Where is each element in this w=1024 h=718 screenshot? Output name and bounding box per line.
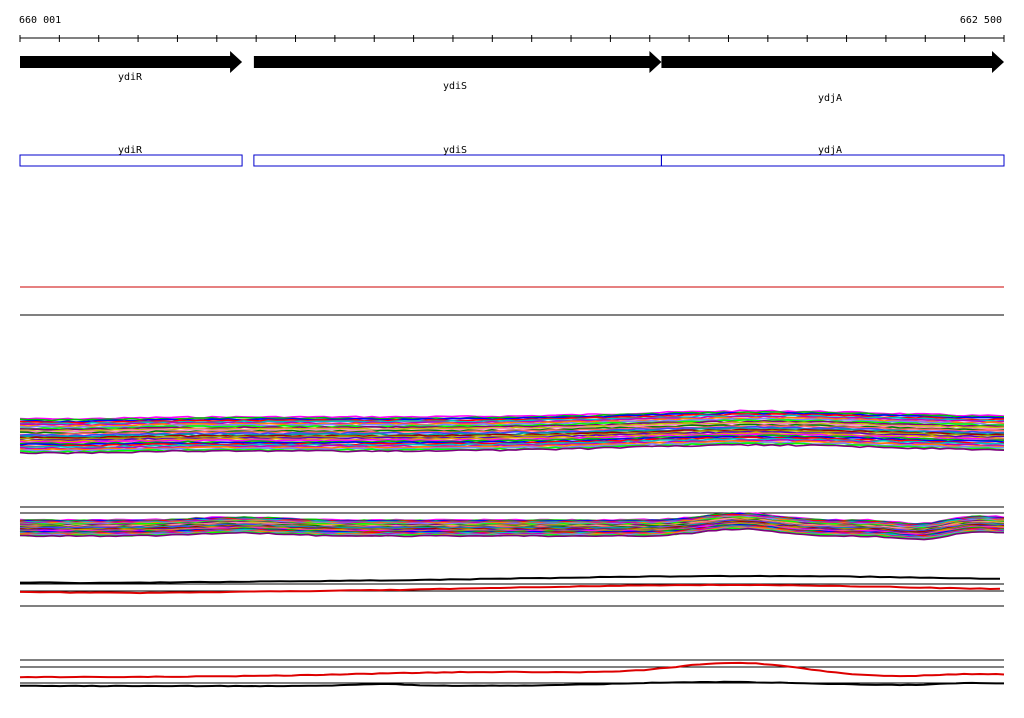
- gene-box-ydjA[interactable]: ydjA: [660, 145, 1005, 167]
- gene-box-shape[interactable]: [253, 154, 662, 167]
- gene-arrow-track: ydiR ydiS ydjA: [20, 51, 1004, 104]
- gene-box-label: ydiS: [443, 145, 467, 156]
- gene-arrow-label: ydiR: [118, 72, 143, 83]
- ruler-start-label: 660 001: [19, 15, 61, 26]
- gene-box-ydiS[interactable]: ydiS: [253, 145, 662, 167]
- coordinate-ruler: 660 001 662 500: [19, 15, 1005, 42]
- gene-box-ydiR[interactable]: ydiR: [19, 145, 243, 167]
- gene-arrow-shape[interactable]: [661, 51, 1004, 73]
- gene-arrow-ydjA[interactable]: ydjA: [661, 51, 1004, 104]
- signal-b-red-line: [19, 661, 1005, 679]
- gene-arrow-shape[interactable]: [20, 51, 243, 73]
- gene-arrow-ydiR[interactable]: ydiR: [20, 51, 243, 83]
- ruler-end-label: 662 500: [960, 15, 1002, 26]
- genome-browser-canvas: 660 001 662 500 ydiR ydiS ydjA ydiR ydiS…: [19, 15, 1005, 688]
- strand-signal-track-a: [19, 574, 1004, 607]
- gene-arrow-shape[interactable]: [253, 51, 662, 73]
- signal-b-black-line: [20, 680, 1004, 688]
- signal-a-black-line: [20, 574, 1001, 585]
- gene-arrow-label: ydjA: [818, 93, 842, 104]
- gene-box-shape[interactable]: [660, 154, 1005, 167]
- gene-arrow-label: ydiS: [443, 81, 467, 92]
- gene-box-shape[interactable]: [19, 154, 243, 167]
- expression-profile-track-1: [19, 409, 1005, 455]
- signal-a-red-line: [19, 583, 1001, 595]
- gene-box-label: ydjA: [818, 145, 842, 156]
- expression-profile-track-2: [19, 512, 1005, 541]
- strand-signal-track-b: [19, 659, 1005, 688]
- gene-box-track: ydiR ydiS ydjA: [19, 145, 1005, 167]
- gene-box-label: ydiR: [118, 145, 143, 156]
- gene-arrow-ydiS[interactable]: ydiS: [253, 51, 662, 92]
- genome-browser-view: 660 001 662 500 ydiR ydiS ydjA ydiR ydiS…: [0, 0, 1024, 714]
